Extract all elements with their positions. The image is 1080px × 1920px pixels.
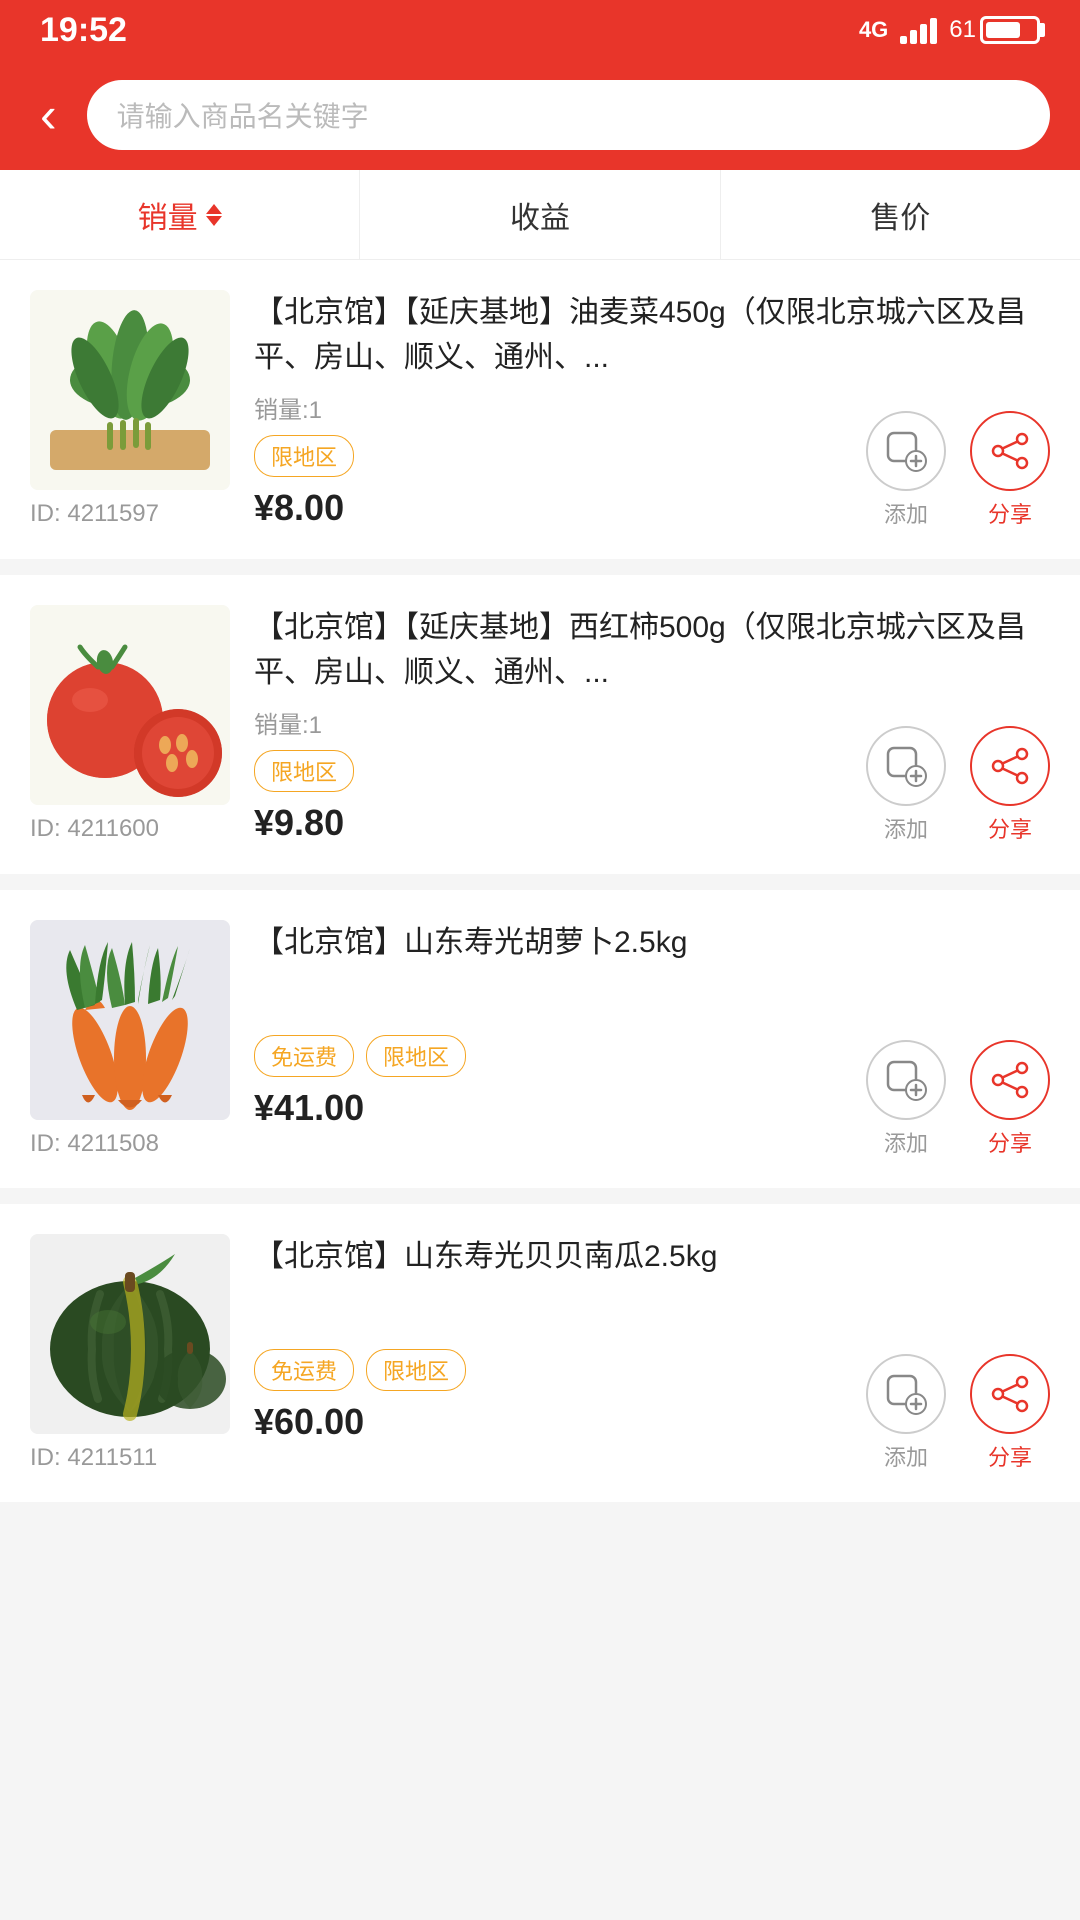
- product-actions: 添加 分享: [866, 411, 1050, 529]
- product-image: [30, 1234, 230, 1434]
- sort-price-label: 售价: [870, 193, 930, 237]
- product-title: 【北京馆】【延庆基地】油麦菜450g（仅限北京城六区及昌平、房山、顺义、通州、.…: [254, 290, 1050, 380]
- table-row: ID: 4211508 【北京馆】山东寿光胡萝卜2.5kg 免运费 限地区 ¥4…: [0, 890, 1080, 1188]
- product-title: 【北京馆】山东寿光贝贝南瓜2.5kg: [254, 1234, 1050, 1279]
- product-title: 【北京馆】【延庆基地】西红柿500g（仅限北京城六区及昌平、房山、顺义、通州、.…: [254, 605, 1050, 695]
- share-button[interactable]: 分享: [970, 411, 1050, 529]
- battery-icon: 61: [949, 16, 1040, 44]
- add-button[interactable]: 添加: [866, 1040, 946, 1158]
- status-icons: 4G 61: [859, 16, 1040, 44]
- share-label: 分享: [988, 1126, 1032, 1158]
- product-image: [30, 290, 230, 490]
- product-actions: 添加 分享: [866, 726, 1050, 844]
- add-button[interactable]: 添加: [866, 411, 946, 529]
- tag-free-ship: 免运费: [254, 1349, 354, 1391]
- product-image-wrap: ID: 4211511: [30, 1234, 230, 1472]
- product-actions: 添加 分享: [866, 1354, 1050, 1472]
- sort-header: 销量 收益 售价: [0, 170, 1080, 260]
- product-id: ID: 4211511: [30, 1444, 157, 1472]
- search-bar[interactable]: 请输入商品名关键字: [87, 80, 1050, 150]
- signal-bars-icon: [900, 16, 937, 44]
- add-label: 添加: [884, 1440, 928, 1472]
- sort-sales-label: 销量: [138, 193, 198, 237]
- share-circle-icon: [970, 1040, 1050, 1120]
- search-placeholder: 请输入商品名关键字: [117, 95, 369, 135]
- tag-region: 限地区: [366, 1035, 466, 1077]
- tag-region: 限地区: [254, 435, 354, 477]
- add-circle-icon: [866, 411, 946, 491]
- add-label: 添加: [884, 1126, 928, 1158]
- share-label: 分享: [988, 812, 1032, 844]
- status-bar: 19:52 4G 61: [0, 0, 1080, 60]
- table-row: ID: 4211597 【北京馆】【延庆基地】油麦菜450g（仅限北京城六区及昌…: [0, 260, 1080, 559]
- sort-tab-revenue[interactable]: 收益: [360, 170, 720, 259]
- share-circle-icon: [970, 411, 1050, 491]
- product-image: [30, 920, 230, 1120]
- battery-level: 61: [949, 16, 976, 44]
- tag-region: 限地区: [254, 750, 354, 792]
- tag-region: 限地区: [366, 1349, 466, 1391]
- status-time: 19:52: [40, 11, 127, 50]
- network-type-icon: 4G: [859, 17, 888, 43]
- sort-arrows-icon: [206, 204, 222, 226]
- add-label: 添加: [884, 812, 928, 844]
- share-circle-icon: [970, 1354, 1050, 1434]
- add-circle-icon: [866, 726, 946, 806]
- add-button[interactable]: 添加: [866, 726, 946, 844]
- product-id: ID: 4211508: [30, 1130, 159, 1158]
- product-image-wrap: ID: 4211508: [30, 920, 230, 1158]
- product-title: 【北京馆】山东寿光胡萝卜2.5kg: [254, 920, 1050, 965]
- product-image-wrap: ID: 4211600: [30, 605, 230, 844]
- sort-tab-sales[interactable]: 销量: [0, 170, 360, 259]
- sort-tab-price[interactable]: 售价: [721, 170, 1080, 259]
- product-id: ID: 4211600: [30, 815, 159, 843]
- share-label: 分享: [988, 497, 1032, 529]
- share-button[interactable]: 分享: [970, 726, 1050, 844]
- add-label: 添加: [884, 497, 928, 529]
- table-row: ID: 4211600 【北京馆】【延庆基地】西红柿500g（仅限北京城六区及昌…: [0, 575, 1080, 874]
- add-button[interactable]: 添加: [866, 1354, 946, 1472]
- sort-revenue-label: 收益: [510, 193, 570, 237]
- add-circle-icon: [866, 1040, 946, 1120]
- back-button[interactable]: ‹: [30, 80, 67, 150]
- share-button[interactable]: 分享: [970, 1040, 1050, 1158]
- share-label: 分享: [988, 1440, 1032, 1472]
- add-circle-icon: [866, 1354, 946, 1434]
- product-image-wrap: ID: 4211597: [30, 290, 230, 529]
- share-button[interactable]: 分享: [970, 1354, 1050, 1472]
- product-actions: 添加 分享: [866, 1040, 1050, 1158]
- top-nav: ‹ 请输入商品名关键字: [0, 60, 1080, 170]
- share-circle-icon: [970, 726, 1050, 806]
- product-id: ID: 4211597: [30, 500, 159, 528]
- tag-free-ship: 免运费: [254, 1035, 354, 1077]
- table-row: ID: 4211511 【北京馆】山东寿光贝贝南瓜2.5kg 免运费 限地区 ¥…: [0, 1204, 1080, 1502]
- product-image: [30, 605, 230, 805]
- product-list: ID: 4211597 【北京馆】【延庆基地】油麦菜450g（仅限北京城六区及昌…: [0, 260, 1080, 1502]
